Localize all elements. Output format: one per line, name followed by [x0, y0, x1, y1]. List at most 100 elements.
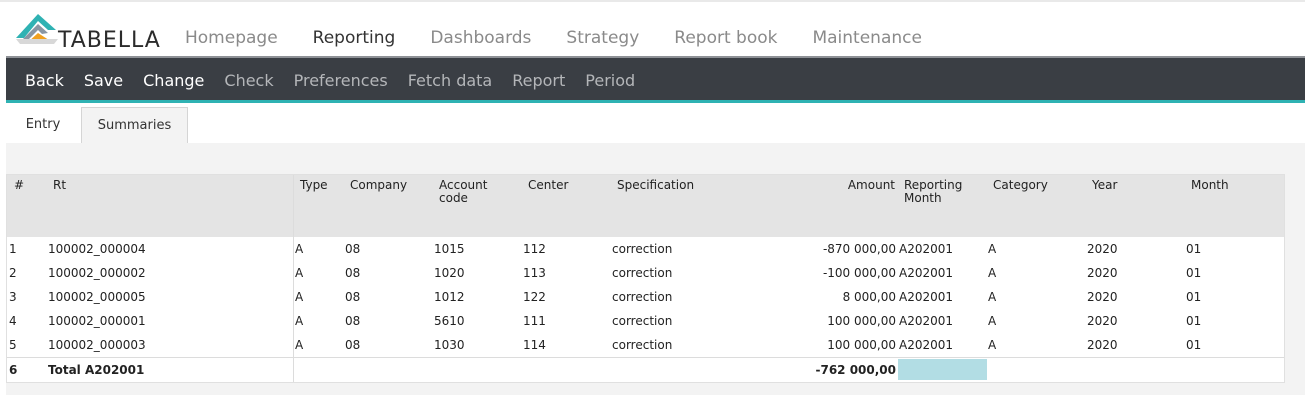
table-row[interactable]: 1 100002_000004 A 08 1015 112 correction -870 0… [7, 237, 1284, 261]
table-row[interactable]: 4 100002_000001 A 08 5610 111 correction 100 00… [7, 309, 1284, 333]
col-header-center[interactable]: Center [528, 179, 568, 192]
cell-company: 08 [345, 242, 361, 256]
cell-month: 01 [1186, 314, 1202, 328]
cell-year: 2020 [1087, 338, 1118, 352]
table-row[interactable]: 2 100002_000002 A 08 1020 113 correction -100 0… [7, 261, 1284, 285]
cell-month: 01 [1186, 266, 1202, 280]
col-header-type[interactable]: Type [300, 179, 328, 192]
col-header-month[interactable]: Month [1191, 179, 1229, 192]
total-row-amount: -762 000,00 [815, 363, 896, 377]
cell-type: A [295, 338, 304, 352]
cell-amount: -100 000,00 [822, 266, 896, 280]
cell-rt: 100002_000004 [48, 242, 146, 256]
col-header-specification[interactable]: Specification [617, 179, 694, 192]
cell-type: A [295, 314, 304, 328]
cell-year: 2020 [1087, 290, 1118, 304]
action-toolbar: Back Save Change Check Preferences Fetch… [6, 56, 1305, 103]
col-header-account-code-line2: code [439, 191, 468, 205]
cell-company: 08 [345, 290, 361, 304]
cell-rt: 100002_000002 [48, 266, 146, 280]
total-row-number: 6 [9, 363, 18, 377]
preferences-button[interactable]: Preferences [294, 71, 388, 90]
change-button[interactable]: Change [143, 71, 204, 90]
cell-center: 111 [523, 314, 546, 328]
cell-category: A [988, 290, 997, 304]
cell-center: 112 [523, 242, 546, 256]
col-header-amount[interactable]: Amount [807, 179, 895, 192]
report-button[interactable]: Report [512, 71, 565, 90]
topnav-report-book[interactable]: Report book [674, 26, 777, 50]
total-row[interactable]: 6 Total A202001 -762 000,00 [7, 357, 1284, 381]
cell-reporting-month: A202001 [899, 290, 954, 304]
cell-specification: correction [612, 290, 673, 304]
cell-number: 4 [9, 314, 17, 328]
table-row[interactable]: 5 100002_000003 A 08 1030 114 correction 100 00… [7, 333, 1284, 357]
cell-account-code: 1015 [434, 242, 465, 256]
cell-account-code: 1020 [434, 266, 465, 280]
cell-number: 5 [9, 338, 17, 352]
period-button[interactable]: Period [585, 71, 635, 90]
cell-amount: 100 000,00 [827, 338, 896, 352]
cell-type: A [295, 290, 304, 304]
tab-bar: Entry Summaries [6, 107, 1305, 144]
cell-year: 2020 [1087, 266, 1118, 280]
cell-type: A [295, 242, 304, 256]
cell-month: 01 [1186, 242, 1202, 256]
col-header-number[interactable]: # [14, 179, 24, 192]
col-header-reporting-month-line2: Month [904, 191, 942, 205]
topnav-maintenance[interactable]: Maintenance [812, 26, 921, 50]
app-header: TABELLA Homepage Reporting Dashboards St… [0, 2, 1305, 56]
cell-specification: correction [612, 314, 673, 328]
cell-company: 08 [345, 338, 361, 352]
cell-category: A [988, 266, 997, 280]
col-header-category[interactable]: Category [993, 179, 1048, 192]
summary-table: # Rt Type Company Account code Center Sp… [6, 174, 1285, 383]
cell-specification: correction [612, 242, 673, 256]
topnav-reporting[interactable]: Reporting [313, 26, 396, 50]
cell-month: 01 [1186, 290, 1202, 304]
cell-rt: 100002_000001 [48, 314, 146, 328]
table-row[interactable]: 3 100002_000005 A 08 1012 122 correction 8 000,… [7, 285, 1284, 309]
top-nav: Homepage Reporting Dashboards Strategy R… [185, 26, 957, 50]
total-highlight-cell [898, 359, 987, 380]
cell-account-code: 5610 [434, 314, 465, 328]
topnav-homepage[interactable]: Homepage [185, 26, 278, 50]
cell-month: 01 [1186, 338, 1202, 352]
cell-number: 2 [9, 266, 17, 280]
app-logo[interactable]: TABELLA [14, 8, 164, 53]
cell-center: 114 [523, 338, 546, 352]
cell-category: A [988, 338, 997, 352]
cell-amount: 100 000,00 [827, 314, 896, 328]
tab-entry[interactable]: Entry [6, 107, 80, 143]
topnav-dashboards[interactable]: Dashboards [430, 26, 531, 50]
cell-year: 2020 [1087, 242, 1118, 256]
col-header-rt[interactable]: Rt [53, 179, 66, 192]
tab-summaries[interactable]: Summaries [81, 107, 188, 144]
cell-center: 113 [523, 266, 546, 280]
topnav-strategy[interactable]: Strategy [566, 26, 639, 50]
col-header-account-code[interactable]: Account code [439, 179, 487, 205]
cell-number: 3 [9, 290, 17, 304]
table-header: # Rt Type Company Account code Center Sp… [7, 175, 1284, 237]
total-row-label: Total A202001 [48, 363, 145, 377]
back-button[interactable]: Back [25, 71, 64, 90]
cell-reporting-month: A202001 [899, 314, 954, 328]
col-header-year[interactable]: Year [1092, 179, 1117, 192]
col-header-company[interactable]: Company [350, 179, 407, 192]
cell-account-code: 1012 [434, 290, 465, 304]
col-header-reporting-month[interactable]: Reporting Month [904, 179, 962, 205]
cell-center: 122 [523, 290, 546, 304]
cell-amount: 8 000,00 [842, 290, 896, 304]
cell-company: 08 [345, 266, 361, 280]
cell-specification: correction [612, 266, 673, 280]
cell-number: 1 [9, 242, 17, 256]
logo-mark-icon [16, 14, 58, 44]
cell-year: 2020 [1087, 314, 1118, 328]
cell-specification: correction [612, 338, 673, 352]
cell-rt: 100002_000005 [48, 290, 146, 304]
cell-reporting-month: A202001 [899, 242, 954, 256]
fetch-data-button[interactable]: Fetch data [408, 71, 493, 90]
check-button[interactable]: Check [224, 71, 273, 90]
save-button[interactable]: Save [84, 71, 123, 90]
cell-reporting-month: A202001 [899, 338, 954, 352]
